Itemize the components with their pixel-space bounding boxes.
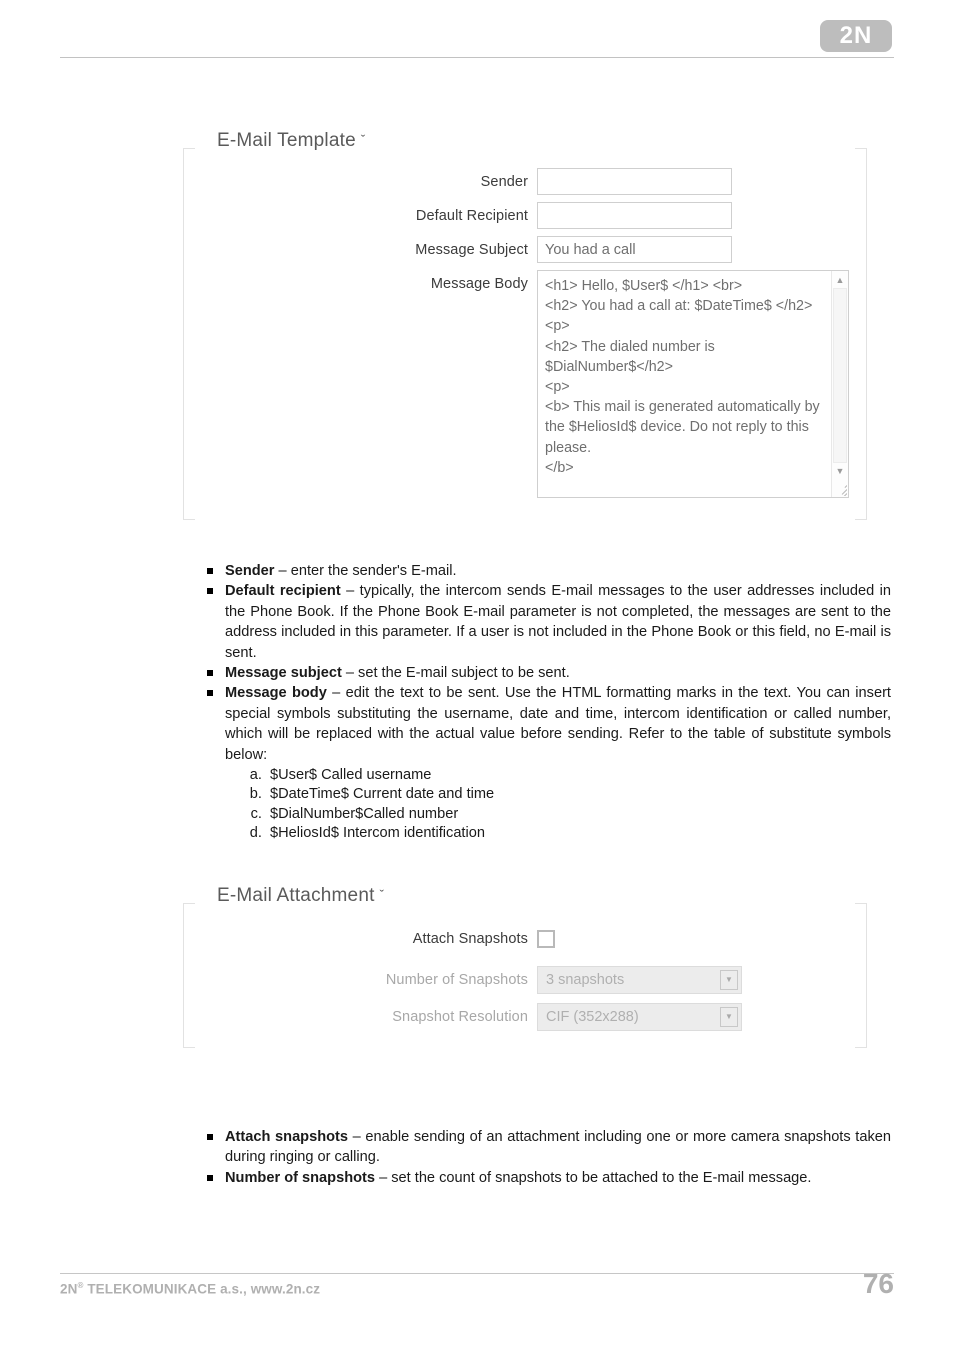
footer-company-rest: TELEKOMUNIKACE a.s., www.2n.cz xyxy=(83,1281,321,1297)
panel-corner-bottom-left xyxy=(183,519,195,520)
message-subject-input[interactable]: You had a call xyxy=(537,236,732,263)
email-attachment-panel: E-Mail Attachment ˇ Attach Snapshots Numb… xyxy=(183,885,867,1048)
chevron-down-icon[interactable]: ˇ xyxy=(361,132,366,147)
form-row-sender: Sender xyxy=(183,168,867,195)
page-header: 2N xyxy=(0,0,954,70)
list-item: Number of snapshots – set the count of s… xyxy=(205,1168,891,1188)
footer-company-name: 2N xyxy=(60,1281,78,1297)
number-of-snapshots-value: 3 snapshots xyxy=(546,972,625,988)
snapshot-resolution-label: Snapshot Resolution xyxy=(392,1009,528,1025)
term-attach-snapshots: Attach snapshots xyxy=(225,1129,349,1145)
page-number: 76 xyxy=(862,1268,894,1299)
panel-corner-bottom-left xyxy=(183,1047,195,1048)
number-of-snapshots-label: Number of Snapshots xyxy=(385,972,528,988)
panel-corner-top-left xyxy=(183,148,195,149)
list-item: Message body – edit the text to be sent.… xyxy=(205,683,891,765)
footer-divider xyxy=(60,1273,894,1274)
email-template-notes: Sender – enter the sender's E-mail. Defa… xyxy=(205,561,891,765)
desc-message-subject: – set the E-mail subject to be sent. xyxy=(341,665,570,682)
form-row-number-of-snapshots: Number of Snapshots 3 snapshots ▼ xyxy=(183,966,867,994)
panel-corner-bottom-right xyxy=(855,519,867,520)
attach-snapshots-label: Attach Snapshots xyxy=(412,931,528,947)
list-item: $User$ Called username xyxy=(266,766,790,785)
form-row-attach-snapshots: Attach Snapshots xyxy=(183,930,867,948)
chevron-down-icon[interactable]: ˇ xyxy=(380,887,385,902)
chevron-down-icon[interactable]: ▼ xyxy=(720,1007,738,1027)
message-body-text: <h1> Hello, $User$ </h1> <br> <h2> You h… xyxy=(545,278,820,476)
scrollbar-track[interactable] xyxy=(833,288,847,463)
chevron-down-icon[interactable]: ▼ xyxy=(720,970,738,990)
substitute-symbols-list: $User$ Called username $DateTime$ Curren… xyxy=(230,766,790,844)
term-message-body: Message body xyxy=(225,685,327,702)
panel-corner-top-right xyxy=(855,148,867,149)
message-body-scrollbar[interactable]: ▲ ▼ xyxy=(831,271,848,497)
attach-snapshots-checkbox[interactable] xyxy=(537,930,555,948)
message-body-label: Message Body xyxy=(430,276,528,292)
header-divider xyxy=(60,57,894,58)
list-item: Default recipient – typically, the inter… xyxy=(205,581,891,663)
template-bullet-list: Sender – enter the sender's E-mail. Defa… xyxy=(205,561,891,765)
list-item: Message subject – set the E-mail subject… xyxy=(205,663,891,683)
footer-company: 2N® TELEKOMUNIKACE a.s., www.2n.cz xyxy=(60,1281,320,1297)
list-item: $DateTime$ Current date and time xyxy=(266,785,790,804)
sender-input[interactable] xyxy=(537,168,732,195)
snapshot-resolution-select[interactable]: CIF (352x288) ▼ xyxy=(537,1003,742,1031)
sender-label: Sender xyxy=(480,174,528,190)
term-number-of-snapshots: Number of snapshots xyxy=(225,1169,376,1186)
list-item: Sender – enter the sender's E-mail. xyxy=(205,561,891,581)
desc-number-of-snapshots: – set the count of snapshots to be attac… xyxy=(375,1169,812,1186)
list-item: $DialNumber$Called number xyxy=(266,805,790,824)
term-default-recipient: Default recipient xyxy=(225,583,341,600)
number-of-snapshots-select[interactable]: 3 snapshots ▼ xyxy=(537,966,742,994)
substitute-symbols-list-wrap: $User$ Called username $DateTime$ Curren… xyxy=(230,766,790,844)
term-message-subject: Message subject xyxy=(225,665,342,682)
message-subject-label: Message Subject xyxy=(415,242,528,258)
resize-grip-icon[interactable] xyxy=(834,483,847,496)
panel-corner-top-left xyxy=(183,903,195,904)
list-item: Attach snapshots – enable sending of an … xyxy=(205,1127,891,1168)
term-sender: Sender xyxy=(225,563,275,579)
panel-corner-bottom-right xyxy=(855,1047,867,1048)
scroll-up-arrow-icon[interactable]: ▲ xyxy=(832,272,848,288)
desc-sender: – enter the sender's E-mail. xyxy=(274,563,457,579)
panel-corner-top-right xyxy=(855,903,867,904)
brand-logo-2n: 2N xyxy=(820,20,892,52)
form-row-default-recipient: Default Recipient xyxy=(183,202,867,229)
email-attachment-notes: Attach snapshots – enable sending of an … xyxy=(205,1127,891,1188)
message-body-textarea[interactable]: <h1> Hello, $User$ </h1> <br> <h2> You h… xyxy=(537,270,849,498)
scroll-down-arrow-icon[interactable]: ▼ xyxy=(832,463,848,479)
default-recipient-label: Default Recipient xyxy=(415,208,528,224)
snapshot-resolution-value: CIF (352x288) xyxy=(546,1009,639,1025)
list-item: $HeliosId$ Intercom identification xyxy=(266,824,790,843)
form-row-message-subject: Message Subject You had a call xyxy=(183,236,867,263)
default-recipient-input[interactable] xyxy=(537,202,732,229)
form-row-snapshot-resolution: Snapshot Resolution CIF (352x288) ▼ xyxy=(183,1003,867,1031)
form-row-message-body: Message Body <h1> Hello, $User$ </h1> <b… xyxy=(183,270,867,498)
attachment-bullet-list: Attach snapshots – enable sending of an … xyxy=(205,1127,891,1188)
email-template-panel: E-Mail Template ˇ Sender Default Recipien… xyxy=(183,130,867,520)
